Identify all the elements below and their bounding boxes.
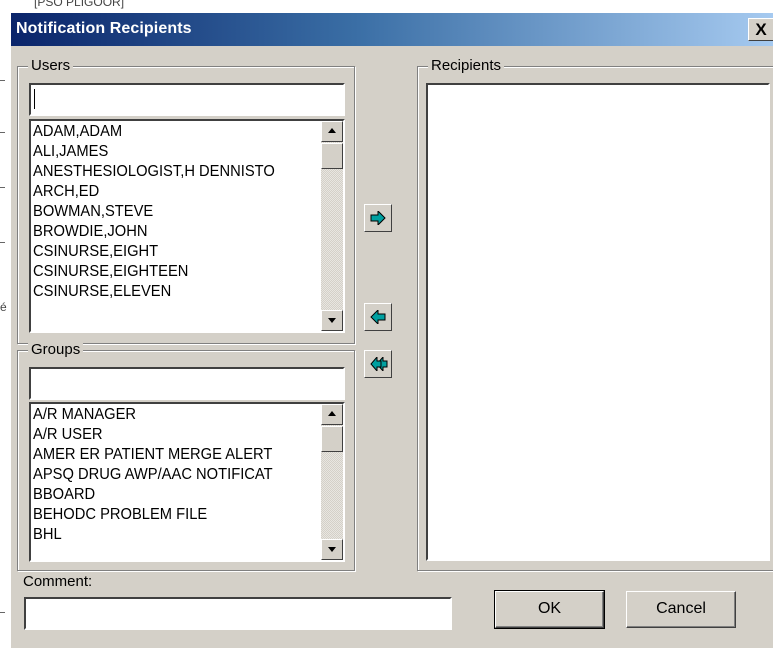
comment-input[interactable] [24, 597, 452, 630]
list-item[interactable]: AMER ER PATIENT MERGE ALERT [33, 445, 298, 465]
users-scroll-up-button[interactable] [321, 121, 343, 142]
cancel-button[interactable]: Cancel [626, 591, 736, 628]
background-tick [0, 242, 5, 243]
groups-search-input[interactable] [29, 367, 345, 400]
recipients-list[interactable] [426, 83, 770, 561]
groups-list[interactable]: A/R MANAGER A/R USER AMER ER PATIENT MERGE… [29, 402, 345, 562]
window-title: Notification Recipients [16, 20, 192, 37]
background-tick [0, 187, 5, 188]
groups-scroll-down-button[interactable] [321, 539, 343, 560]
arrow-down-icon [328, 547, 336, 552]
users-scrollbar[interactable] [321, 121, 343, 331]
list-item[interactable]: ANESTHESIOLOGIST,H DENNISTO [33, 162, 298, 182]
ok-button-label: OK [537, 600, 562, 617]
background-tick [0, 132, 5, 133]
comment-label: Comment: [23, 573, 93, 590]
groups-scrollbar[interactable] [321, 404, 343, 560]
list-item[interactable]: ARCH,ED [33, 182, 298, 202]
cancel-button-label: Cancel [656, 600, 706, 617]
remove-all-recipients-button[interactable] [364, 350, 392, 378]
list-item[interactable]: APSQ DRUG AWP/AAC NOTIFICAT [33, 465, 298, 485]
list-item[interactable]: A/R MANAGER [33, 405, 298, 425]
arrow-down-icon [328, 318, 336, 323]
groups-group-label: Groups [28, 341, 84, 359]
users-search-input[interactable] [29, 83, 345, 116]
groups-scroll-thumb[interactable] [321, 426, 343, 452]
remove-recipient-button[interactable] [364, 303, 392, 331]
background-text: [PSO PLIGOOR] [34, 0, 125, 9]
users-list[interactable]: ADAM,ADAM ALI,JAMES ANESTHESIOLOGIST,H DEN… [29, 119, 345, 333]
users-list-items: ADAM,ADAM ALI,JAMES ANESTHESIOLOGIST,H DEN… [33, 122, 321, 302]
notification-recipients-dialog: Notification Recipients X Users ADAM,ADA… [10, 12, 773, 648]
list-item[interactable]: BHL [33, 525, 298, 545]
list-item[interactable]: BEHODC PROBLEM FILE [33, 505, 298, 525]
list-item[interactable]: ALI,JAMES [33, 142, 298, 162]
users-group-label: Users [28, 57, 74, 75]
arrow-up-icon [328, 411, 336, 416]
groups-scroll-up-button[interactable] [321, 404, 343, 425]
background-tick [0, 612, 5, 613]
close-button[interactable]: X [748, 18, 773, 41]
list-item[interactable]: A/R USER [33, 425, 298, 445]
list-item[interactable]: BROWDIE,JOHN [33, 222, 298, 242]
close-icon: X [755, 20, 767, 39]
users-scroll-thumb[interactable] [321, 143, 343, 169]
ok-button[interactable]: OK [494, 590, 605, 629]
arrow-up-icon [328, 128, 336, 133]
background-edge-char: é [0, 300, 7, 314]
list-item[interactable]: BBOARD [33, 485, 298, 505]
text-caret [34, 89, 35, 109]
list-item[interactable]: ADAM,ADAM [33, 122, 298, 142]
background-tick [0, 80, 5, 81]
list-item[interactable]: CSINURSE,EIGHT [33, 242, 298, 262]
arrow-left-icon [370, 310, 386, 324]
double-arrow-left-icon [370, 357, 388, 371]
title-bar[interactable]: Notification Recipients X [11, 13, 773, 46]
groups-list-items: A/R MANAGER A/R USER AMER ER PATIENT MERGE… [33, 405, 321, 545]
add-recipient-button[interactable] [364, 204, 392, 232]
arrow-right-icon [370, 211, 386, 225]
recipients-group-label: Recipients [428, 57, 505, 75]
list-item[interactable]: BOWMAN,STEVE [33, 202, 298, 222]
users-scroll-down-button[interactable] [321, 310, 343, 331]
list-item[interactable]: CSINURSE,EIGHTEEN [33, 262, 298, 282]
list-item[interactable]: CSINURSE,ELEVEN [33, 282, 298, 302]
